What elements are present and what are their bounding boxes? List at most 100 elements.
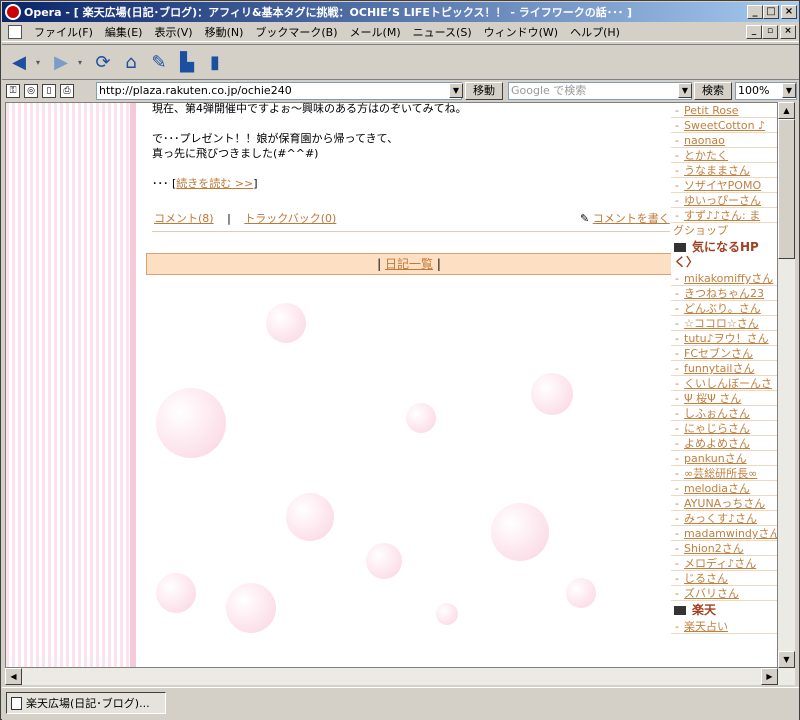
menu-news[interactable]: ニュース(S) — [407, 24, 478, 40]
sidebar-link[interactable]: ゆいっぴーさん — [671, 193, 777, 208]
bubble-decoration — [491, 503, 549, 561]
sidebar-link[interactable]: SweetCotton ♪ — [671, 118, 777, 133]
security-icon[interactable]: ⚿ — [6, 84, 20, 98]
bubble-decoration — [266, 303, 306, 343]
close-button[interactable]: × — [781, 5, 797, 19]
page-icon[interactable]: ▯ — [42, 84, 56, 98]
go-button[interactable]: 移動 — [465, 82, 503, 100]
sidebar-link[interactable]: tutu♪ヲウ！さん — [671, 331, 777, 346]
diary-list-link[interactable]: 日記一覧 — [385, 257, 433, 271]
reload-icon[interactable]: ⟳ — [92, 51, 114, 73]
nav-bar-left: | — [377, 257, 382, 271]
sidebar-link[interactable]: melodiaさん — [671, 481, 777, 496]
comment-link[interactable]: コメント(8) — [154, 212, 214, 225]
menu-bookmarks[interactable]: ブックマーク(B) — [249, 24, 343, 40]
sidebar-link[interactable]: ソザイヤPOMO — [671, 178, 777, 193]
sidebar-link[interactable]: にゃじらさん — [671, 421, 777, 436]
vertical-scroll-thumb[interactable] — [778, 119, 795, 259]
sidebar-link[interactable]: くいしんぼーんさ — [671, 376, 777, 391]
doc-minimize-button[interactable]: _ — [746, 25, 762, 39]
bubble-decoration — [156, 573, 196, 613]
back-icon[interactable]: ◀ — [8, 51, 30, 73]
menu-edit[interactable]: 編集(E) — [99, 24, 149, 40]
sidebar-link[interactable]: pankunさん — [671, 451, 777, 466]
url-dropdown-icon[interactable]: ▼ — [449, 83, 463, 98]
search-input[interactable]: Google で検索 — [508, 82, 692, 100]
menu-view[interactable]: 表示(V) — [148, 24, 198, 40]
sidebar-link[interactable]: よめよめさん — [671, 436, 777, 451]
bubble-decoration — [226, 583, 276, 633]
sidebar-link[interactable]: しふぉんさん — [671, 406, 777, 421]
page-tab-label: 楽天広場(日記･ブログ)... — [26, 697, 150, 710]
sidebar-link[interactable]: FCセブンさん — [671, 346, 777, 361]
read-more-link[interactable]: 続きを読む >> — [176, 177, 253, 190]
sidebar-link-continuation[interactable]: グショップ — [671, 223, 777, 238]
sidebar-link[interactable]: Petit Rose — [671, 103, 777, 118]
vertical-scrollbar[interactable]: ▲ ▼ — [778, 102, 795, 668]
menu-window[interactable]: ウィンドウ(W) — [478, 24, 564, 40]
maximize-button[interactable]: □ — [763, 5, 779, 19]
sidebar-link[interactable]: ☆ココロ☆さん — [671, 316, 777, 331]
sidebar-link[interactable]: すず♪♪さん: ま — [671, 208, 777, 223]
bookmark-icon[interactable]: ✎ — [148, 51, 170, 73]
sidebar-link[interactable]: mikakomiffyさん — [671, 271, 777, 286]
sidebar-link[interactable]: ズバリさん — [671, 586, 777, 601]
menu-help[interactable]: ヘルプ(H) — [564, 24, 626, 40]
sidebar-link[interactable]: うなままさん — [671, 163, 777, 178]
print-icon[interactable]: ▙ — [176, 51, 198, 73]
sidebar-link[interactable]: きつねちゃん23 — [671, 286, 777, 301]
printer-icon[interactable]: ⎙ — [60, 84, 74, 98]
sidebar-link[interactable]: じるさん — [671, 571, 777, 586]
doc-restore-button[interactable]: ▫ — [762, 25, 778, 39]
bubble-decoration — [286, 493, 334, 541]
page-tab[interactable]: 楽天広場(日記･ブログ)... — [6, 692, 166, 714]
sidebar-link[interactable]: madamwindyさん — [671, 526, 777, 541]
forward-icon[interactable]: ▶ — [50, 51, 72, 73]
divider — [152, 231, 670, 232]
address-bar: ⚿ ◎ ▯ ⎙ http://plaza.rakuten.co.jp/ochie… — [2, 81, 799, 101]
search-button[interactable]: 検索 — [694, 82, 732, 100]
sidebar-link[interactable]: funnytailさん — [671, 361, 777, 376]
horizontal-scrollbar[interactable]: ◀ ▶ — [5, 668, 795, 685]
back-history-icon[interactable]: ▾ — [36, 51, 44, 73]
menu-bar: ファイル(F) 編集(E) 表示(V) 移動(N) ブックマーク(B) メール(… — [2, 23, 799, 42]
sidebar-link[interactable]: AYUNAっちさん — [671, 496, 777, 511]
scroll-left-icon[interactable]: ◀ — [5, 668, 22, 685]
sidebar-link[interactable]: メロディ♪さん — [671, 556, 777, 571]
read-more-prefix: ･･･ [ — [152, 177, 177, 190]
doc-close-button[interactable]: × — [780, 25, 796, 39]
opera-window: Opera - [ 楽天広場(日記･ブログ)：アフィリ&基本タグに挑戦：OCHI… — [0, 0, 800, 720]
menu-navigation[interactable]: 移動(N) — [199, 24, 250, 40]
write-comment[interactable]: ✎ コメントを書く — [580, 211, 670, 226]
scroll-down-icon[interactable]: ▼ — [778, 651, 795, 668]
read-more-row: ･･･ [続きを読む >>] — [152, 176, 258, 191]
sidebar-link[interactable]: 楽天占い — [671, 619, 777, 634]
minimize-button[interactable]: _ — [747, 5, 763, 19]
sidebar-link[interactable]: Shion2さん — [671, 541, 777, 556]
page-content: 現在、第4弾開催中ですよぉ～興味のある方はのぞいてみてね。 で･･･プレゼント！… — [5, 102, 778, 668]
search-dropdown-icon[interactable]: ▼ — [678, 83, 692, 98]
cookie-icon[interactable]: ◎ — [24, 84, 38, 98]
url-input[interactable]: http://plaza.rakuten.co.jp/ochie240 — [96, 82, 462, 100]
bubble-decoration — [566, 578, 596, 608]
zoom-dropdown-icon[interactable]: ▼ — [782, 83, 796, 98]
sidebar-link[interactable]: Ψ 桜Ψ さん — [671, 391, 777, 406]
new-page-icon[interactable]: ▮ — [204, 51, 226, 73]
nav-bar-right: | — [436, 257, 441, 271]
sidebar-link[interactable]: naonao — [671, 133, 777, 148]
scroll-up-icon[interactable]: ▲ — [778, 102, 795, 119]
forward-history-icon[interactable]: ▾ — [78, 51, 86, 73]
menu-file[interactable]: ファイル(F) — [28, 24, 99, 40]
document-icon — [8, 25, 22, 39]
footer-separator: | — [227, 212, 231, 225]
sidebar-link[interactable]: どんぶり。さん — [671, 301, 777, 316]
write-comment-link[interactable]: コメントを書く — [593, 212, 670, 225]
trackback-link[interactable]: トラックバック(0) — [244, 212, 336, 225]
sidebar-link[interactable]: みっくす♪さん — [671, 511, 777, 526]
sidebar-link[interactable]: ∞芸総研所長∞ — [671, 466, 777, 481]
home-icon[interactable]: ⌂ — [120, 51, 142, 73]
menu-mail[interactable]: メール(M) — [344, 24, 407, 40]
bubble-decoration — [156, 388, 226, 458]
scroll-right-icon[interactable]: ▶ — [761, 668, 778, 685]
sidebar-link[interactable]: とかたく — [671, 148, 777, 163]
